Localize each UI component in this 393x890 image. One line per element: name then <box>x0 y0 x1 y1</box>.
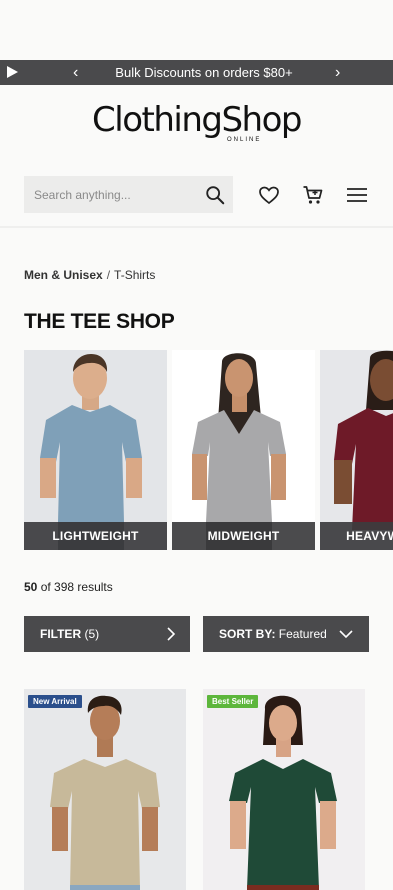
page: ‹ Bulk Discounts on orders $80+ › Clothi… <box>0 0 393 890</box>
logo-subtitle: ONLINE <box>227 137 262 143</box>
product-card[interactable]: New Arrival <box>24 689 186 890</box>
page-title: THE TEE SHOP <box>24 310 175 333</box>
chevron-down-icon <box>339 630 353 639</box>
category-label: LIGHTWEIGHT <box>24 522 167 550</box>
sort-label: SORT BY: <box>219 627 276 641</box>
site-logo[interactable]: ClothingShop ONLINE <box>0 100 393 143</box>
breadcrumb-separator: / <box>106 268 111 282</box>
model-photo <box>320 350 393 550</box>
search-input[interactable] <box>24 176 199 213</box>
chevron-right-icon[interactable]: › <box>335 63 340 82</box>
results-count: 50 of 398 results <box>24 580 113 594</box>
best-seller-badge: Best Seller <box>207 695 259 708</box>
results-shown: 50 <box>24 580 38 594</box>
logo-wordmark: ClothingShop <box>92 100 302 140</box>
sort-dropdown[interactable]: SORT BY: Featured <box>203 616 369 652</box>
product-image <box>203 689 365 890</box>
model-photo <box>172 350 315 550</box>
filter-button[interactable]: FILTER (5) <box>24 616 190 652</box>
product-card[interactable]: Best Seller <box>203 689 365 890</box>
breadcrumb-current: T-Shirts <box>114 268 156 282</box>
search-bar <box>24 176 233 213</box>
cart-icon[interactable] <box>301 183 325 207</box>
category-card-lightweight[interactable]: LIGHTWEIGHT <box>24 350 167 550</box>
chevron-left-icon[interactable]: ‹ <box>73 63 78 82</box>
search-icon[interactable] <box>204 184 226 206</box>
header-divider <box>0 226 393 228</box>
menu-icon[interactable] <box>345 183 369 207</box>
filter-count: (5) <box>84 627 100 641</box>
breadcrumb: Men & Unisex / T-Shirts <box>24 268 155 282</box>
promo-bar: ‹ Bulk Discounts on orders $80+ › <box>0 60 393 85</box>
promo-text[interactable]: Bulk Discounts on orders $80+ <box>96 65 312 80</box>
play-icon[interactable] <box>7 66 18 78</box>
results-total: of 398 results <box>40 580 113 594</box>
breadcrumb-link-parent[interactable]: Men & Unisex <box>24 268 103 282</box>
heart-icon[interactable] <box>257 183 281 207</box>
sort-value: Featured <box>278 627 327 641</box>
weight-category-carousel: LIGHTWEIGHT MIDWEIGHT HEAVY <box>24 350 393 550</box>
category-card-heavyweight[interactable]: HEAVYWEIGHT <box>320 350 393 550</box>
chevron-right-icon <box>167 627 176 641</box>
category-card-midweight[interactable]: MIDWEIGHT <box>172 350 315 550</box>
category-label: HEAVYWEIGHT <box>320 522 393 550</box>
filter-label: FILTER <box>40 627 82 641</box>
category-label: MIDWEIGHT <box>172 522 315 550</box>
product-image <box>24 689 186 890</box>
new-arrival-badge: New Arrival <box>28 695 82 708</box>
model-photo <box>24 350 167 550</box>
